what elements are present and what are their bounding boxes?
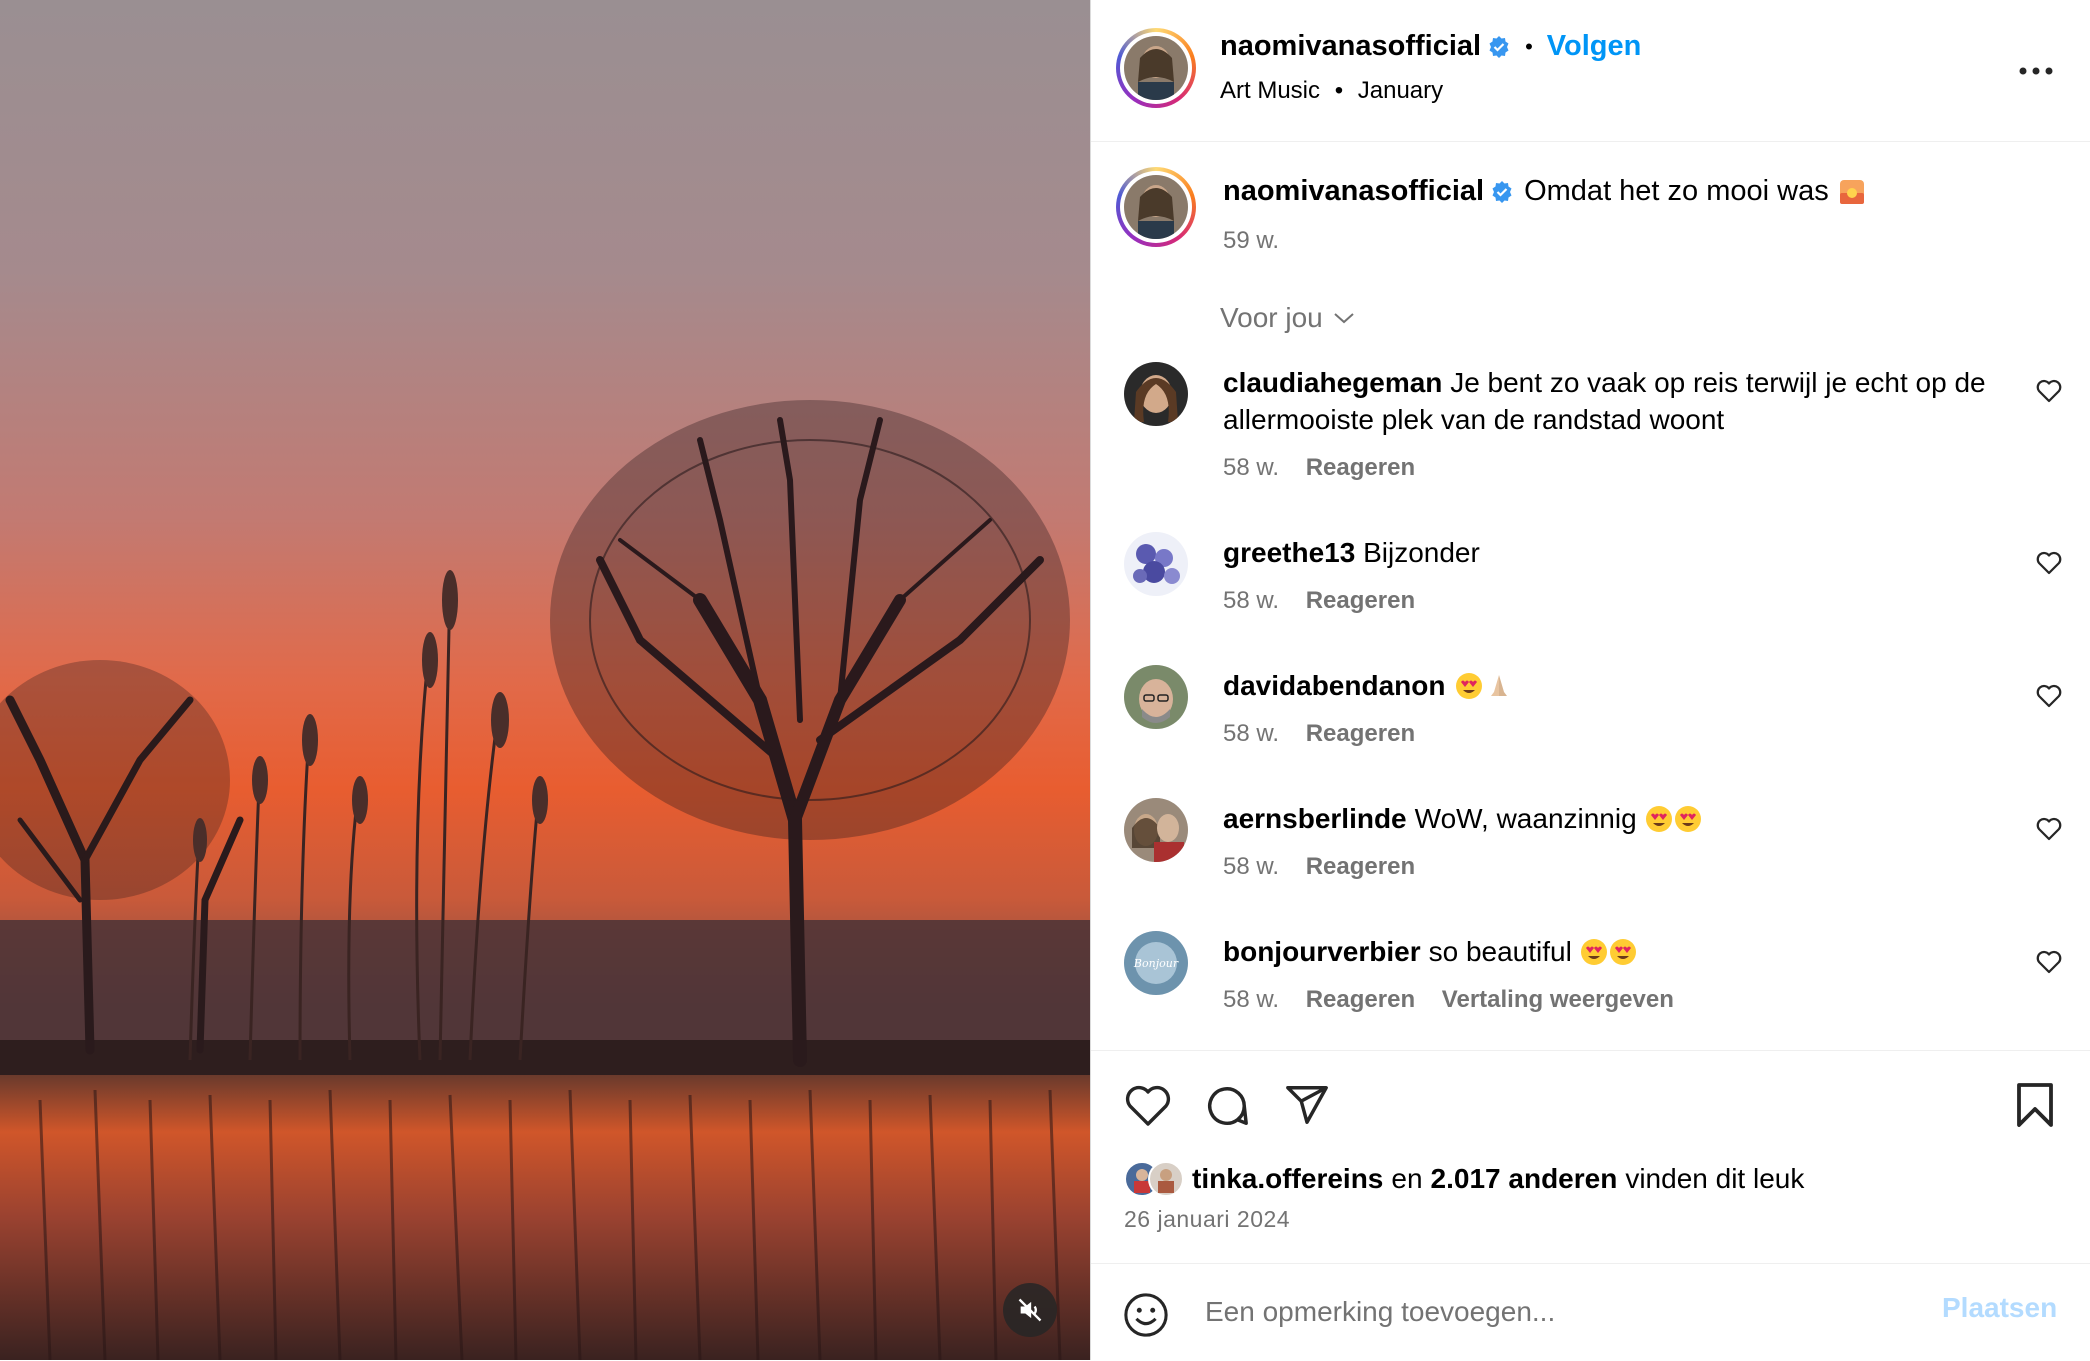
more-dots-icon <box>2019 67 2053 75</box>
comment-text: bonjourverbier so beautiful <box>1223 933 2023 970</box>
caption-text-row: naomivanasofficial Omdat het zo mooi was <box>1223 175 1865 208</box>
share-paper-plane-icon[interactable] <box>1284 1083 1330 1127</box>
comment-meta: 58 w. Reageren <box>1223 454 1435 482</box>
comment-body: Bijzonder <box>1363 537 1480 568</box>
author-avatar-image <box>1124 175 1188 239</box>
mute-button[interactable] <box>1003 1283 1057 1337</box>
reply-button[interactable]: Reageren <box>1306 454 1415 481</box>
comment-username[interactable]: aernsberlinde <box>1223 800 1407 837</box>
comment-meta: 58 w. Reageren <box>1223 853 1435 881</box>
caption-body: Omdat het zo mooi was <box>1524 175 1829 207</box>
post-actions: tinka.offereins en 2.017 anderen vinden … <box>1091 1050 2090 1263</box>
add-comment-bar: Plaatsen <box>1091 1263 2090 1361</box>
heart-eyes-emoji-icon <box>1609 938 1636 965</box>
like-comment-heart-icon[interactable] <box>2034 681 2064 711</box>
muted-speaker-icon <box>1018 1298 1042 1322</box>
post-media[interactable] <box>0 0 1090 1360</box>
verified-badge-icon <box>1489 35 1509 58</box>
comment-meta: 58 w. Reageren <box>1223 587 1435 615</box>
comment-username[interactable]: bonjourverbier <box>1223 933 1421 970</box>
save-bookmark-icon[interactable] <box>2015 1083 2055 1127</box>
separator-dot: • <box>1334 77 1344 104</box>
comment-time: 58 w. <box>1223 720 1280 747</box>
comment-text: claudiahegeman Je bent zo vaak op reis t… <box>1223 364 2023 438</box>
comment-time: 58 w. <box>1223 853 1280 880</box>
translate-button[interactable]: Vertaling weergeven <box>1442 986 1674 1013</box>
comment-filter-dropdown[interactable]: Voor jou <box>1220 302 1355 334</box>
like-comment-heart-icon[interactable] <box>2034 548 2064 578</box>
likes-suffix: vinden dit leuk <box>1625 1163 1805 1194</box>
emoji-picker-icon[interactable] <box>1123 1292 1169 1338</box>
reply-button[interactable]: Reageren <box>1306 853 1415 880</box>
sunset-photo <box>0 0 1090 1360</box>
post-details-panel: naomivanasofficial • Volgen Art Music • … <box>1090 0 2090 1360</box>
comment-username[interactable]: davidabendanon <box>1223 667 1445 704</box>
author-username[interactable]: naomivanasofficial <box>1220 30 1481 63</box>
follow-button[interactable]: Volgen <box>1547 30 1642 63</box>
audio-title[interactable]: Art Music <box>1220 77 1320 104</box>
author-avatar-image <box>1124 36 1188 100</box>
sunset-emoji-icon <box>1839 179 1864 204</box>
comment-time: 58 w. <box>1223 986 1280 1013</box>
commenter-avatar[interactable] <box>1124 362 1188 426</box>
avatar-logo-text: Bonjour <box>1133 956 1179 970</box>
reply-button[interactable]: Reageren <box>1306 720 1415 747</box>
comment-text: greethe13 Bijzonder <box>1223 534 2023 571</box>
caption-username[interactable]: naomivanasofficial <box>1223 175 1484 208</box>
comment-text: davidabendanon <box>1223 667 2023 704</box>
liker-username[interactable]: tinka.offereins <box>1192 1163 1383 1195</box>
comment-meta: 58 w. Reageren <box>1223 720 1435 748</box>
reply-button[interactable]: Reageren <box>1306 986 1415 1013</box>
caption-timestamp: 59 w. <box>1223 227 1280 254</box>
heart-eyes-emoji-icon <box>1456 672 1483 699</box>
comment-time: 58 w. <box>1223 587 1280 614</box>
comment-body: so beautiful <box>1428 936 1572 967</box>
comment-username[interactable]: claudiahegeman <box>1223 367 1442 398</box>
like-comment-heart-icon[interactable] <box>2034 947 2064 977</box>
header-title-row: naomivanasofficial • Volgen <box>1220 30 1641 63</box>
chevron-down-icon <box>1334 313 1354 324</box>
post-date[interactable]: 26 januari 2024 <box>1124 1206 1290 1233</box>
comment-username[interactable]: greethe13 <box>1223 537 1355 568</box>
comment-meta: 58 w. Reageren Vertaling weergeven <box>1223 986 1694 1014</box>
commenter-avatar[interactable] <box>1124 665 1188 729</box>
like-comment-heart-icon[interactable] <box>2034 376 2064 406</box>
folded-hands-emoji-icon <box>1491 674 1508 696</box>
commenter-avatar[interactable] <box>1124 798 1188 862</box>
commenter-avatar[interactable]: Bonjour <box>1124 931 1188 995</box>
commenter-avatar[interactable] <box>1124 532 1188 596</box>
more-options-button[interactable] <box>2013 48 2059 94</box>
liker-avatar <box>1148 1161 1184 1197</box>
comment-filter-label: Voor jou <box>1220 302 1323 333</box>
post-comment-button[interactable]: Plaatsen <box>1942 1292 2057 1324</box>
separator-dot: • <box>1525 33 1533 59</box>
comment-bubble-icon[interactable] <box>1204 1083 1250 1129</box>
author-avatar[interactable] <box>1116 28 1196 108</box>
like-heart-icon[interactable] <box>1124 1083 1172 1127</box>
caption-author-avatar[interactable] <box>1116 167 1196 247</box>
reply-button[interactable]: Reageren <box>1306 587 1415 614</box>
heart-eyes-emoji-icon <box>1645 805 1672 832</box>
like-comment-heart-icon[interactable] <box>2034 814 2064 844</box>
audio-date: January <box>1357 77 1444 104</box>
avatar-logo: Bonjour <box>1133 942 1179 984</box>
comment-input[interactable] <box>1203 1290 1907 1334</box>
likes-count[interactable]: 2.017 anderen <box>1431 1163 1618 1195</box>
heart-eyes-emoji-icon <box>1580 938 1607 965</box>
post-header: naomivanasofficial • Volgen Art Music • … <box>1091 0 2090 142</box>
heart-eyes-emoji-icon <box>1674 805 1701 832</box>
likes-summary[interactable]: tinka.offereins en 2.017 anderen vinden … <box>1124 1161 1804 1197</box>
verified-badge-icon <box>1492 180 1512 203</box>
comment-body: WoW, waanzinnig <box>1414 803 1637 834</box>
comment-text: aernsberlinde WoW, waanzinnig <box>1223 800 2023 837</box>
comment-time: 58 w. <box>1223 454 1280 481</box>
likes-connector: en <box>1391 1163 1423 1194</box>
audio-info[interactable]: Art Music • January <box>1220 77 1443 105</box>
